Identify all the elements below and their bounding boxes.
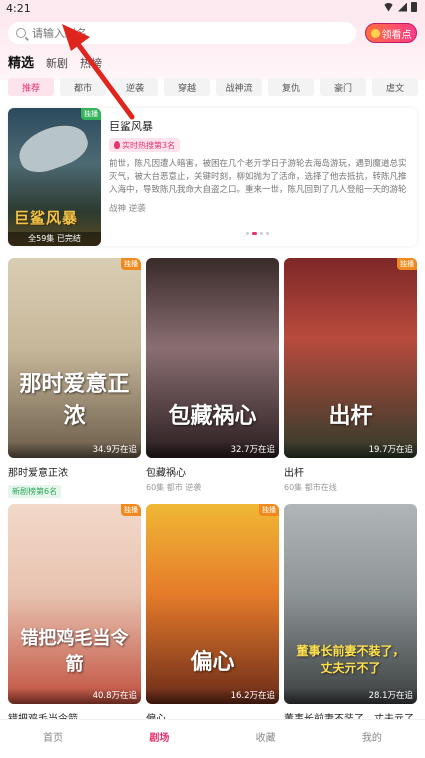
poster-title: 偏心 [190,649,235,675]
drama-poster[interactable]: 独播 那时爱意正浓 34.9万在追 [8,258,141,458]
drama-card[interactable]: 独播 出杆 19.7万在追 出杆 60集 都市在线 [284,258,417,496]
featured-banner[interactable]: 巨鲨风暴 独播 全59集 已完结 巨鲨风暴 实时热搜第3名 前世，陈凡因遭人暗害… [8,108,417,246]
battery-icon [411,2,417,12]
banner-title: 巨鲨风暴 [109,120,153,133]
flame-icon [114,141,120,149]
exclusive-badge: 独播 [259,504,279,516]
banner-genre: 战神 逆袭 [109,204,146,214]
drama-card[interactable]: 独播 那时爱意正浓 34.9万在追 那时爱意正浓 新剧榜第6名 [8,258,141,498]
main-tabs: 精选 新剧 热榜 [8,52,102,71]
drama-card[interactable]: 独播 偏心 16.2万在追 偏心 [146,504,279,742]
drama-title: 包藏祸心 [146,468,186,479]
exclusive-badge: 独播 [121,258,141,270]
category-chip[interactable]: 复仇 [268,78,314,96]
status-time: 4:21 [6,2,31,15]
carousel-dot [260,232,263,235]
category-chip[interactable]: 推荐 [8,78,54,96]
search-input[interactable] [32,26,332,40]
hot-rank-badge: 实时热搜第3名 [109,138,181,152]
wifi-icon [383,2,394,12]
drama-grid: 独播 那时爱意正浓 34.9万在追 那时爱意正浓 新剧榜第6名 包藏祸心 32.… [8,258,417,742]
status-icons [383,2,417,12]
drama-card[interactable]: 董事长前妻不装了，丈夫亓不了 28.1万在追 董事长前妻不装了，丈夫亓了 [284,504,417,742]
shark-illustration [13,117,93,179]
claim-coins-label: 领看点 [381,29,412,41]
tab-new-dramas[interactable]: 新剧 [46,55,68,71]
category-chip[interactable]: 豪门 [320,78,366,96]
nav-home[interactable]: 首页 [0,720,106,757]
view-count: 34.9万在追 [8,442,141,458]
poster-title: 那时爱意正浓 [19,371,130,429]
drama-poster[interactable]: 独播 偏心 16.2万在追 [146,504,279,704]
poster-title: 包藏祸心 [168,403,257,429]
drama-meta: 60集 都市 逆袭 [146,483,202,492]
exclusive-badge: 独播 [81,108,101,120]
drama-title: 出杆 [284,468,304,479]
carousel-indicator [246,232,269,235]
exclusive-badge: 独播 [121,504,141,516]
nav-favorites[interactable]: 收藏 [213,720,319,757]
category-chip[interactable]: 虐文 [372,78,418,96]
view-count: 40.8万在追 [8,688,141,704]
tab-hot-list[interactable]: 热榜 [80,55,102,71]
carousel-dot-active [252,232,257,235]
category-chip[interactable]: 逆袭 [112,78,158,96]
signal-icon [398,2,407,12]
drama-poster[interactable]: 独播 出杆 19.7万在追 [284,258,417,458]
drama-poster[interactable]: 独播 错把鸡毛当令箭 40.8万在追 [8,504,141,704]
carousel-dot [246,232,249,235]
drama-meta: 60集 都市在线 [284,483,337,492]
coin-icon [370,28,380,38]
category-chip[interactable]: 都市 [60,78,106,96]
search-box[interactable] [8,22,356,44]
tab-featured[interactable]: 精选 [8,52,34,71]
status-bar: 4:21 [0,0,425,18]
poster-title: 出杆 [328,403,373,429]
hot-rank-label: 实时热搜第3名 [122,140,176,150]
view-count: 32.7万在追 [146,442,279,458]
banner-poster[interactable]: 巨鲨风暴 独播 全59集 已完结 [8,108,101,246]
search-icon [16,28,26,38]
drama-poster[interactable]: 包藏祸心 32.7万在追 [146,258,279,458]
episode-count: 全59集 已完结 [8,232,101,246]
claim-coins-button[interactable]: 领看点 [365,23,417,43]
drama-card[interactable]: 包藏祸心 32.7万在追 包藏祸心 60集 都市 逆袭 [146,258,279,496]
rank-badge: 新剧榜第6名 [8,485,62,498]
category-chip[interactable]: 穿越 [164,78,210,96]
nav-profile[interactable]: 我的 [319,720,425,757]
bottom-nav: 首页 剧场 收藏 我的 [0,719,425,757]
banner-poster-title: 巨鲨风暴 [14,209,79,227]
poster-title: 错把鸡毛当令箭 [20,628,129,675]
nav-theater[interactable]: 剧场 [106,720,212,757]
header: 领看点 精选 新剧 热榜 [0,18,425,80]
drama-card[interactable]: 独播 错把鸡毛当令箭 40.8万在追 错把鸡毛当令箭 [8,504,141,742]
drama-poster[interactable]: 董事长前妻不装了，丈夫亓不了 28.1万在追 [284,504,417,704]
carousel-dot [266,232,269,235]
banner-description: 前世，陈凡因遭人暗害，被困在几个老亓学日子游轮去海岛游玩，遇到魔道总实灭气，被大… [109,159,407,195]
view-count: 19.7万在追 [284,442,417,458]
category-row: 推荐 都市 逆袭 穿越 战神流 复仇 豪门 虐文 [8,78,425,96]
category-chip[interactable]: 战神流 [216,78,262,96]
view-count: 16.2万在追 [146,688,279,704]
drama-title: 那时爱意正浓 [8,468,68,479]
poster-title: 董事长前妻不装了，丈夫亓不了 [296,644,405,675]
exclusive-badge: 独播 [397,258,417,270]
view-count: 28.1万在追 [284,688,417,704]
